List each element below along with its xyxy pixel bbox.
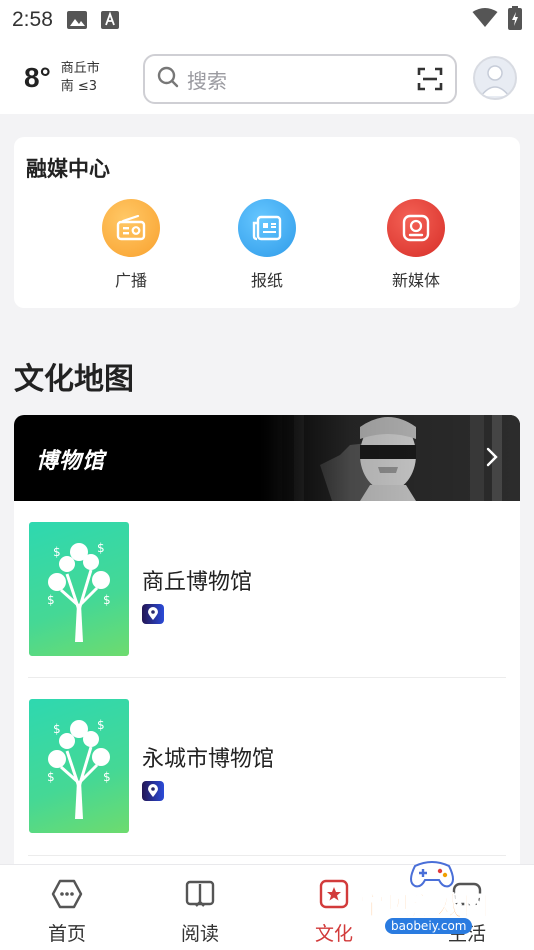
wifi-icon: [472, 7, 498, 33]
status-bar: 2:58: [0, 0, 534, 40]
tab-read[interactable]: 阅读: [155, 877, 245, 946]
media-center-card: 融媒中心 广播 报纸 新媒体: [14, 137, 520, 308]
search-input[interactable]: 搜索: [143, 54, 457, 104]
newspaper-icon: [238, 199, 296, 257]
status-right: [472, 5, 522, 35]
svg-text:$: $: [53, 722, 61, 736]
tab-home[interactable]: 首页: [22, 877, 112, 946]
tab-label: 首页: [47, 923, 86, 945]
home-icon: [22, 877, 112, 911]
weather-temperature: 8°: [24, 62, 51, 93]
svg-text:$: $: [53, 545, 61, 559]
user-avatar-icon: [480, 65, 510, 97]
font-icon: [100, 11, 119, 29]
svg-text:$: $: [47, 593, 55, 607]
gamepad-icon: [410, 861, 454, 888]
new-media-icon: [387, 199, 445, 257]
museum-thumbnail: $ $ $ $: [29, 699, 129, 833]
weather-widget[interactable]: 8° 商丘市 南 ≤3: [24, 60, 100, 96]
watermark: 宝贝游戏网 baobeiy.com: [355, 856, 515, 938]
weather-city: 商丘市: [60, 61, 100, 76]
banner-title: 博物馆: [36, 449, 106, 474]
battery-icon: [508, 5, 522, 35]
media-item-label: 报纸: [250, 271, 283, 290]
search-icon: [157, 66, 179, 92]
search-placeholder: 搜索: [187, 68, 227, 93]
statue-image: [260, 415, 520, 501]
svg-text:$: $: [103, 770, 111, 784]
media-center-title: 融媒中心: [26, 157, 110, 181]
weather-wind: 南 ≤3: [60, 79, 98, 94]
museum-name: 永城市博物馆: [142, 747, 275, 772]
book-icon: [155, 877, 245, 911]
svg-text:$: $: [103, 593, 111, 607]
culture-map-title: 文化地图: [14, 362, 134, 397]
media-item-new-media[interactable]: 新媒体: [376, 199, 456, 291]
location-pin-icon: [142, 604, 164, 624]
divider: [28, 677, 506, 678]
museum-name: 商丘博物馆: [142, 570, 253, 595]
museum-banner[interactable]: 博物馆: [14, 415, 520, 501]
radio-icon: [102, 199, 160, 257]
museum-thumbnail: $ $ $ $: [29, 522, 129, 656]
header: 8° 商丘市 南 ≤3 搜索: [0, 40, 534, 114]
museum-panel: 博物馆 $ $ $ $ 商丘博物馆 $ $ $ $ 永城市博物馆: [14, 415, 520, 865]
weather-info: 商丘市 南 ≤3: [61, 60, 100, 96]
media-item-label: 新媒体: [391, 271, 440, 290]
scan-icon[interactable]: [417, 67, 443, 91]
media-item-radio[interactable]: 广播: [91, 199, 171, 291]
avatar[interactable]: [473, 56, 517, 100]
tab-label: 阅读: [180, 923, 219, 945]
money-tree-icon: $ $ $ $: [47, 541, 111, 642]
watermark-url: baobeiy.com: [385, 918, 473, 934]
money-tree-icon: $ $ $ $: [47, 718, 111, 819]
media-item-label: 广播: [114, 271, 147, 290]
museum-list-item[interactable]: $ $ $ $ 商丘博物馆: [28, 522, 506, 678]
chevron-right-icon[interactable]: [486, 447, 498, 471]
svg-text:$: $: [97, 541, 105, 555]
location-pin-icon: [142, 781, 164, 801]
museum-list-item[interactable]: $ $ $ $ 永城市博物馆: [28, 699, 506, 855]
svg-text:$: $: [47, 770, 55, 784]
image-icon: [66, 11, 87, 29]
media-item-newspaper[interactable]: 报纸: [227, 199, 307, 291]
status-time: 2:58: [12, 8, 53, 31]
svg-text:$: $: [97, 718, 105, 732]
